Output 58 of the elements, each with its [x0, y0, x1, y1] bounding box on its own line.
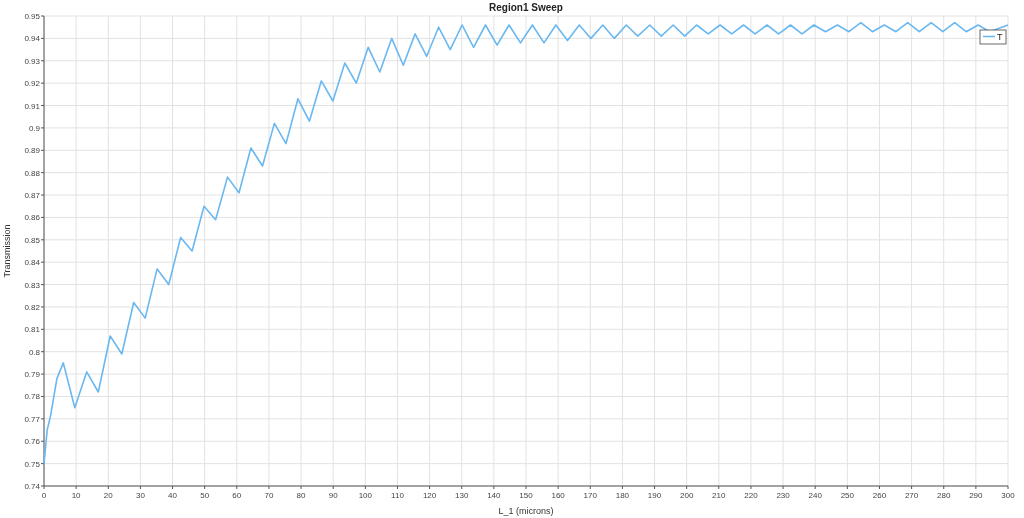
tick-label: 70 — [264, 491, 274, 500]
tick-label: 240 — [808, 491, 822, 500]
tick-label: 0.87 — [24, 191, 40, 201]
tick-label: 50 — [200, 491, 210, 500]
tick-label: 30 — [135, 491, 145, 500]
tick-label: 0.84 — [24, 258, 40, 268]
tick-label: 0.92 — [24, 79, 40, 89]
tick-label: 300 — [1001, 491, 1015, 500]
tick-label: 200 — [680, 491, 694, 500]
chart-title: Region1 Sweep — [489, 2, 563, 13]
tick-label: 0.77 — [24, 414, 40, 424]
tick-label: 0.78 — [24, 392, 40, 402]
x-axis-label: L_1 (microns) — [498, 506, 554, 516]
tick-label: 130 — [455, 491, 469, 500]
tick-label: 90 — [328, 491, 338, 500]
tick-label: 170 — [583, 491, 597, 500]
tick-label: 0.95 — [24, 12, 40, 21]
tick-label: 0.88 — [24, 168, 40, 178]
tick-label: 230 — [776, 491, 790, 500]
tick-label: 0.94 — [24, 34, 40, 44]
tick-label: 280 — [937, 491, 951, 500]
tick-label: 260 — [872, 491, 887, 500]
tick-label: 210 — [712, 491, 726, 500]
tick-label: 20 — [103, 491, 113, 500]
tick-label: 220 — [744, 491, 758, 500]
tick-label: 0.76 — [24, 437, 40, 447]
tick-label: 180 — [615, 491, 630, 500]
tick-label: 0.85 — [24, 235, 40, 245]
tick-label: 0.83 — [24, 280, 40, 290]
tick-label: 0.9 — [28, 123, 40, 133]
tick-label: 0.86 — [24, 213, 40, 223]
tick-label: 290 — [969, 491, 983, 500]
legend-label: T — [997, 32, 1003, 42]
tick-label: 0.74 — [24, 482, 40, 491]
tick-label: 40 — [168, 491, 177, 500]
tick-label: 0.82 — [24, 302, 40, 312]
tick-label: 110 — [391, 491, 404, 500]
tick-label: 0.8 — [28, 347, 40, 357]
tick-label: 80 — [296, 491, 306, 500]
tick-label: 120 — [422, 491, 437, 500]
tick-label: 0.89 — [24, 146, 40, 156]
y-axis-label: Transmission — [2, 224, 12, 278]
tick-label: 150 — [519, 491, 533, 500]
legend-box — [979, 29, 1007, 45]
tick-label: 140 — [487, 491, 501, 500]
tick-label: 0.91 — [24, 101, 40, 111]
tick-label: 0.93 — [24, 56, 40, 66]
tick-label: 0 — [41, 491, 47, 500]
tick-label: 0.81 — [24, 325, 40, 335]
tick-label: 250 — [840, 491, 854, 500]
tick-label: 0.79 — [24, 370, 40, 380]
tick-label: 160 — [551, 491, 565, 500]
tick-label: 60 — [232, 491, 242, 500]
tick-label: 100 — [358, 491, 372, 500]
tick-label: 0.75 — [24, 459, 40, 469]
tick-label: 190 — [647, 491, 662, 500]
tick-label: 270 — [904, 491, 919, 500]
tick-label: 10 — [71, 491, 81, 500]
